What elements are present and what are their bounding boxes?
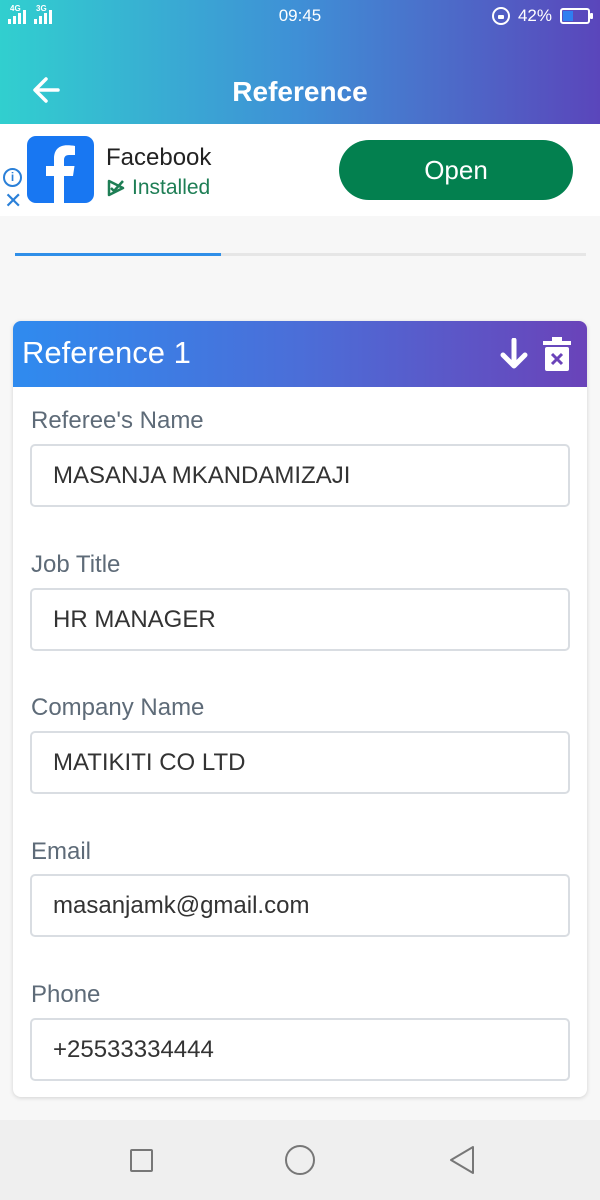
ad-info-icon[interactable]: i [3, 168, 22, 187]
phone-input[interactable]: +25533334444 [30, 1018, 570, 1081]
delete-icon[interactable] [543, 337, 571, 376]
facebook-logo-icon[interactable] [27, 136, 94, 208]
status-bar: 4G 3G 09:45 42% [0, 0, 600, 32]
step-progress-active [15, 253, 221, 256]
job-title-input[interactable]: HR MANAGER [30, 588, 570, 651]
ad-app-name: Facebook [106, 144, 212, 171]
recent-apps-icon[interactable] [130, 1149, 153, 1172]
email-input[interactable]: masanjamk@gmail.com [30, 874, 570, 937]
home-icon[interactable] [285, 1145, 315, 1175]
ad-close-icon[interactable]: ✕ [4, 190, 22, 212]
page-title: Reference [232, 76, 368, 107]
open-button[interactable]: Open [339, 140, 573, 200]
app-bar: Reference [0, 56, 600, 126]
referee-name-input[interactable]: MASANJA MKANDAMIZAJI [30, 444, 570, 507]
company-name-input[interactable]: MATIKITI CO LTD [30, 731, 570, 794]
battery-percent: 42% [517, 6, 552, 25]
job-title-label: Job Title [31, 551, 121, 578]
ad-installed-status: Installed [106, 176, 210, 200]
reference-card: Reference 1 Referee's Name MASANJA MKAND… [13, 321, 587, 1097]
email-label: Email [31, 838, 92, 865]
referee-name-label: Referee's Name [31, 407, 204, 434]
reference-title: Reference 1 [22, 335, 191, 370]
system-nav-bar [0, 1120, 600, 1200]
nav-back-icon[interactable] [448, 1144, 476, 1181]
move-down-icon[interactable] [499, 337, 529, 375]
installed-check-icon [107, 179, 125, 197]
phone-label: Phone [31, 981, 101, 1008]
reference-card-header: Reference 1 [13, 321, 587, 387]
company-name-label: Company Name [31, 694, 205, 721]
header: 4G 3G 09:45 42% Reference [0, 0, 600, 124]
battery-icon [560, 8, 593, 24]
rotation-lock-icon [491, 7, 510, 25]
step-progress [15, 253, 586, 256]
installed-label: Installed [132, 176, 211, 199]
